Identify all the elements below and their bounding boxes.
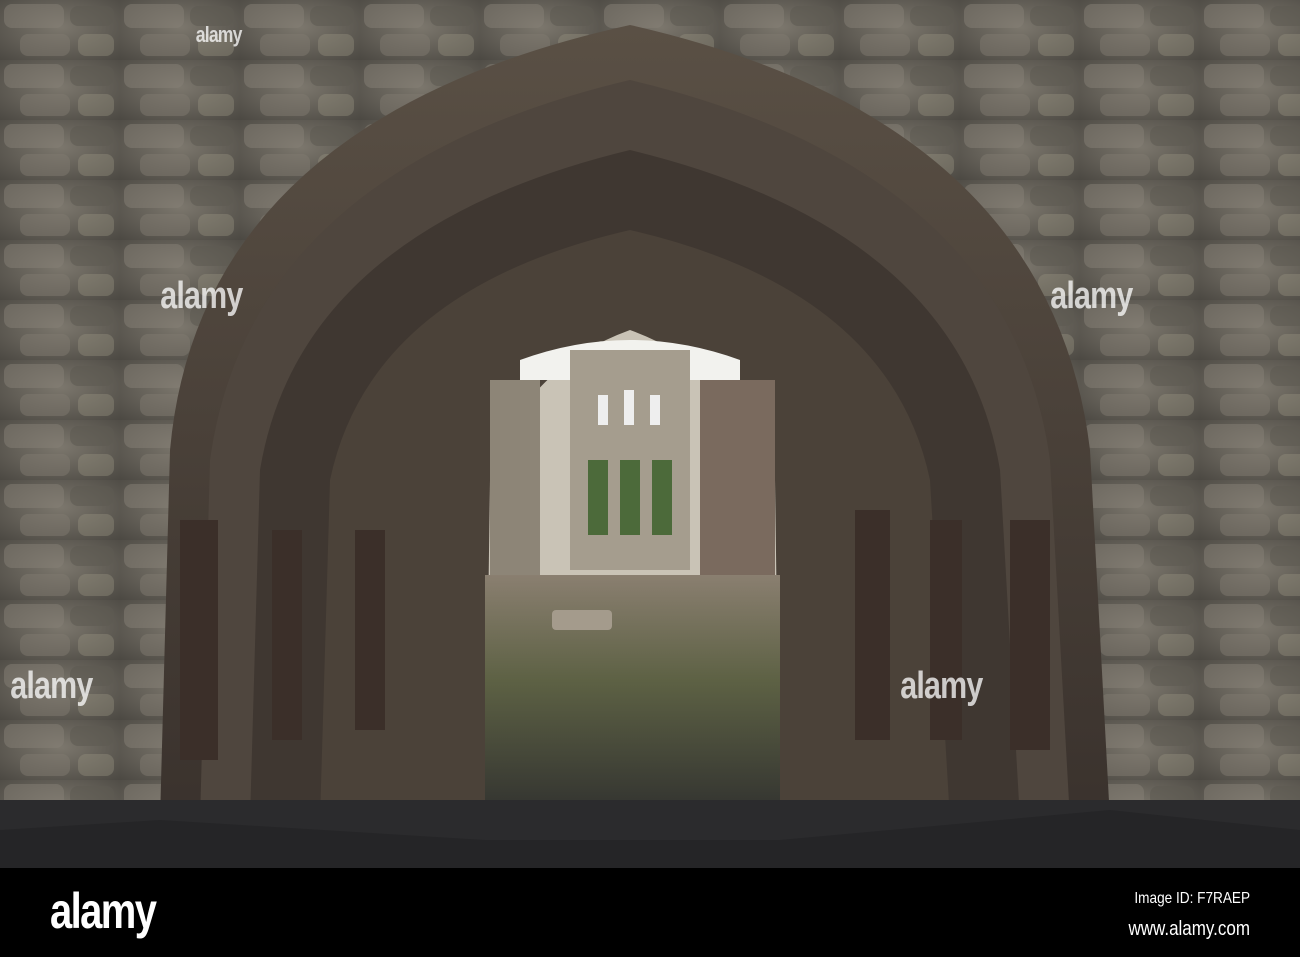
- alamy-logo: alamy: [50, 883, 157, 939]
- site-url: www.alamy.com: [1128, 918, 1250, 940]
- image-id: Image ID: F7RAEP: [1134, 890, 1250, 907]
- watermark: alamy: [195, 22, 243, 47]
- watermark: alamy: [10, 665, 93, 707]
- watermark: alamy: [160, 275, 243, 317]
- watermark: alamy: [900, 665, 983, 707]
- watermark: alamy: [1050, 275, 1133, 317]
- stock-photo-page: alamy alamy alamy alamy alamy alamy Imag…: [0, 0, 1300, 957]
- footer-bar: alamy Image ID: F7RAEP www.alamy.com: [0, 868, 1300, 957]
- photo-abbey-arch: [0, 0, 1300, 868]
